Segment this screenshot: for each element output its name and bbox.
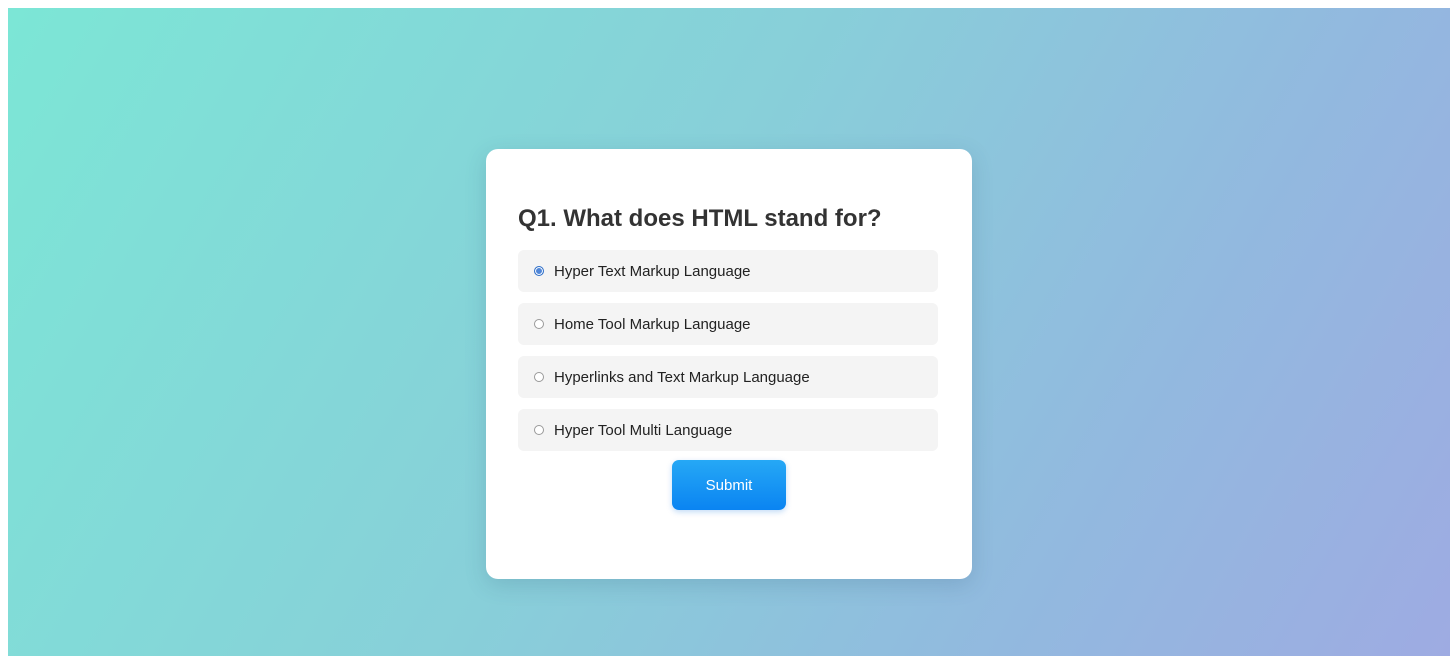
radio-button[interactable] <box>534 425 544 435</box>
question-title: Q1. What does HTML stand for? <box>518 205 882 232</box>
options-list: Hyper Text Markup Language Home Tool Mar… <box>518 250 940 451</box>
option-label: Hyper Tool Multi Language <box>554 421 733 439</box>
option-hyper-tool-multi-language[interactable]: Hyper Tool Multi Language <box>518 409 938 451</box>
submit-container: Submit <box>518 460 940 510</box>
radio-button[interactable] <box>534 372 544 382</box>
submit-button[interactable]: Submit <box>672 460 786 510</box>
option-hyper-text-markup-language[interactable]: Hyper Text Markup Language <box>518 250 938 292</box>
radio-button[interactable] <box>534 319 544 329</box>
option-home-tool-markup-language[interactable]: Home Tool Markup Language <box>518 303 938 345</box>
quiz-card: Q1. What does HTML stand for? Hyper Text… <box>486 149 972 579</box>
option-hyperlinks-and-text-markup-language[interactable]: Hyperlinks and Text Markup Language <box>518 356 938 398</box>
option-label: Hyper Text Markup Language <box>554 262 751 280</box>
option-label: Home Tool Markup Language <box>554 315 751 333</box>
radio-button-selected[interactable] <box>534 266 544 276</box>
option-label: Hyperlinks and Text Markup Language <box>554 368 810 386</box>
page-background: Q1. What does HTML stand for? Hyper Text… <box>8 8 1450 656</box>
